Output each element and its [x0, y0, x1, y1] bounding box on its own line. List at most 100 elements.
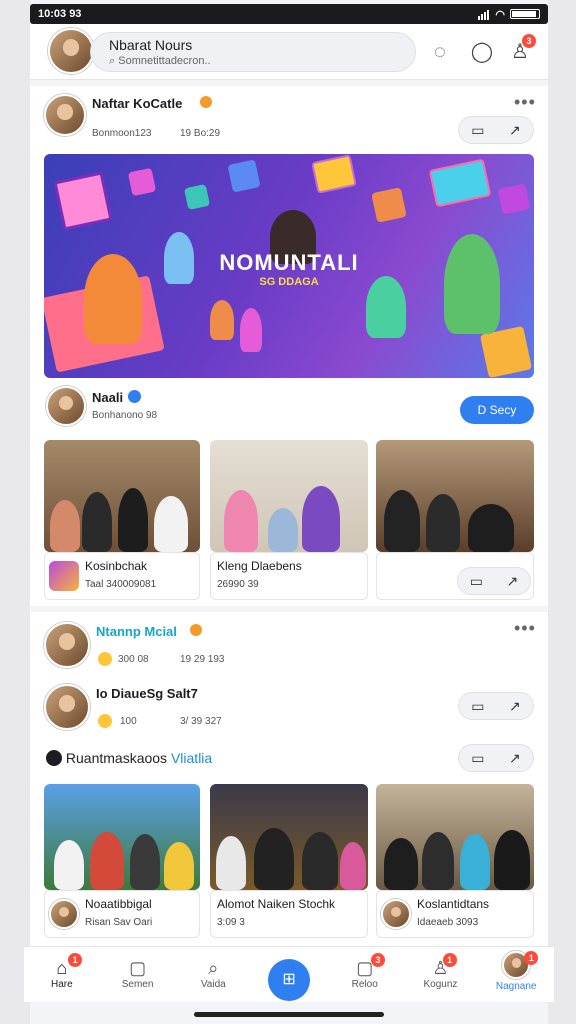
person-figure	[422, 832, 454, 890]
app-header: Nbarat Nours ⌕ Somnetittadecron.. ◌ ◯ ♙ …	[30, 24, 548, 80]
banner-title: NOMUNTALI	[219, 250, 359, 275]
nav-label: Reloo	[351, 979, 378, 990]
wifi-icon: ◠	[495, 8, 505, 21]
nav-item-groups[interactable]: ♙ 1 Kogunz	[403, 947, 479, 1002]
verified-icon	[128, 390, 141, 403]
book-icon[interactable]: ▭	[471, 750, 484, 767]
people-icon[interactable]: ♙ 3	[508, 34, 536, 64]
nav-badge: 1	[524, 951, 539, 965]
app-window: 10:03 93 ◠ Nbarat Nours ⌕ Somnetittadecr…	[24, 0, 554, 1024]
game-cube	[371, 187, 407, 223]
bottom-nav: ⌂ 1 Hare ▢ Semen ⌕ Vaida ⊞ ▢ 3 Reloo ♙ 1…	[24, 946, 554, 1002]
nav-item-video[interactable]: ⌕ Vaida	[175, 947, 251, 1002]
person-figure	[302, 486, 340, 552]
tile-subtitle: Risan Sav Oari	[85, 917, 153, 928]
more-options-icon[interactable]: •••	[514, 618, 536, 639]
person-figure	[460, 834, 490, 890]
nav-item-home[interactable]: ⌂ 1 Hare	[24, 947, 100, 1002]
person-figure	[340, 842, 366, 890]
tile-title: Koslantidtans	[417, 897, 490, 911]
follow-button[interactable]: D Secy	[460, 396, 534, 424]
photo-caption-tile[interactable]: Kosinbchak Taal 340009081	[44, 552, 200, 600]
author-name[interactable]: Ntannp Mcial	[96, 624, 177, 639]
author-name[interactable]: Io DiaueSg Salt7	[96, 686, 198, 701]
square-icon: ▢	[129, 958, 147, 978]
person-figure	[468, 504, 514, 552]
nav-item-create[interactable]: ⊞	[251, 947, 327, 1002]
author-name[interactable]: Naftar KoCatle	[92, 96, 182, 111]
game-cube	[311, 154, 357, 194]
person-figure	[50, 500, 80, 552]
home-icon: ⌂	[56, 958, 68, 978]
action-pill[interactable]: ▭ ↗	[458, 692, 534, 720]
tile-subtitle: Taal 340009081	[85, 579, 157, 590]
post-photo[interactable]	[44, 440, 200, 552]
nav-item-reels[interactable]: ▢ 3 Reloo	[327, 947, 403, 1002]
nav-label: Vaida	[200, 979, 226, 990]
signal-icon	[478, 8, 490, 20]
tile-subtitle: 26990 39	[217, 579, 259, 590]
person-figure	[118, 488, 148, 552]
post-time: 3/ 39 327	[180, 716, 222, 727]
game-cube	[183, 183, 211, 211]
tile-subtitle: 3:09 3	[217, 917, 245, 928]
nav-label: Kogunz	[423, 979, 458, 990]
photo-caption-tile[interactable]: Kleng Dlaebens 26990 39	[210, 552, 368, 600]
person-figure	[216, 836, 246, 890]
character-figure	[240, 308, 262, 352]
author-avatar[interactable]	[44, 684, 90, 730]
share-icon[interactable]: ↗	[509, 750, 521, 767]
chat-icon[interactable]: ◯	[470, 40, 494, 64]
photo-caption-tile: ▭ ↗	[376, 552, 534, 600]
banner-subtitle: SG DDAGA	[259, 276, 319, 288]
groups-icon: ♙	[432, 958, 449, 978]
author-avatar[interactable]	[46, 386, 86, 426]
grid-caption-tile[interactable]: Alomot Naiken Stochk 3:09 3	[210, 890, 368, 938]
person-figure	[154, 496, 188, 552]
home-indicator	[194, 1012, 384, 1017]
post-photo[interactable]	[210, 440, 368, 552]
person-figure	[384, 490, 420, 552]
status-bar: 10:03 93 ◠	[30, 4, 548, 24]
tile-title: Alomot Naiken Stochk	[217, 897, 336, 911]
person-figure	[54, 840, 84, 890]
grid-caption-tile[interactable]: Koslantidtans Idaeaeb 3093	[376, 890, 534, 938]
share-icon[interactable]: ↗	[509, 698, 521, 715]
author-name[interactable]: Naali	[92, 390, 123, 405]
bookmark-icon[interactable]: ▭	[470, 573, 483, 590]
bookmark-icon[interactable]: ▭	[471, 122, 484, 139]
share-icon[interactable]: ↗	[507, 573, 519, 590]
post-photo[interactable]	[376, 440, 534, 552]
profile-avatar[interactable]	[48, 28, 94, 74]
person-figure	[164, 842, 194, 890]
leaf-icon[interactable]: ◌	[428, 40, 452, 64]
search-bar[interactable]: Nbarat Nours ⌕ Somnetittadecron..	[90, 32, 416, 72]
author-avatar[interactable]	[44, 622, 90, 668]
person-figure	[254, 828, 294, 890]
nav-item-search[interactable]: ▢ Semen	[100, 947, 176, 1002]
action-pill[interactable]: ▭ ↗	[457, 567, 531, 595]
grid-caption-tile[interactable]: Noaatibbigal Risan Sav Oari	[44, 890, 200, 938]
tile-title: Noaatibbigal	[85, 897, 152, 911]
search-placeholder: Somnetittadecron..	[118, 55, 211, 67]
person-figure	[82, 492, 112, 552]
grid-photo[interactable]	[376, 784, 534, 890]
person-figure	[224, 490, 258, 552]
game-cube	[428, 158, 492, 208]
person-figure	[90, 832, 124, 890]
person-figure	[268, 508, 298, 552]
caption-avatar	[49, 899, 79, 929]
more-options-icon[interactable]: •••	[514, 92, 536, 113]
post-banner-image[interactable]: NOMUNTALI SG DDAGA	[44, 154, 534, 378]
share-icon[interactable]: ↗	[509, 122, 521, 139]
bookmark-icon[interactable]: ▭	[471, 698, 484, 715]
nav-item-profile[interactable]: 1 Nagnane	[478, 947, 554, 1002]
nav-badge: 1	[442, 953, 457, 967]
tile-subtitle: Idaeaeb 3093	[417, 917, 479, 928]
action-pill[interactable]: ▭ ↗	[458, 744, 534, 772]
grid-photo[interactable]	[44, 784, 200, 890]
grid-photo[interactable]	[210, 784, 368, 890]
tile-title: Kosinbchak	[85, 559, 148, 573]
author-avatar[interactable]	[44, 94, 86, 136]
action-pill[interactable]: ▭ ↗	[458, 116, 534, 144]
